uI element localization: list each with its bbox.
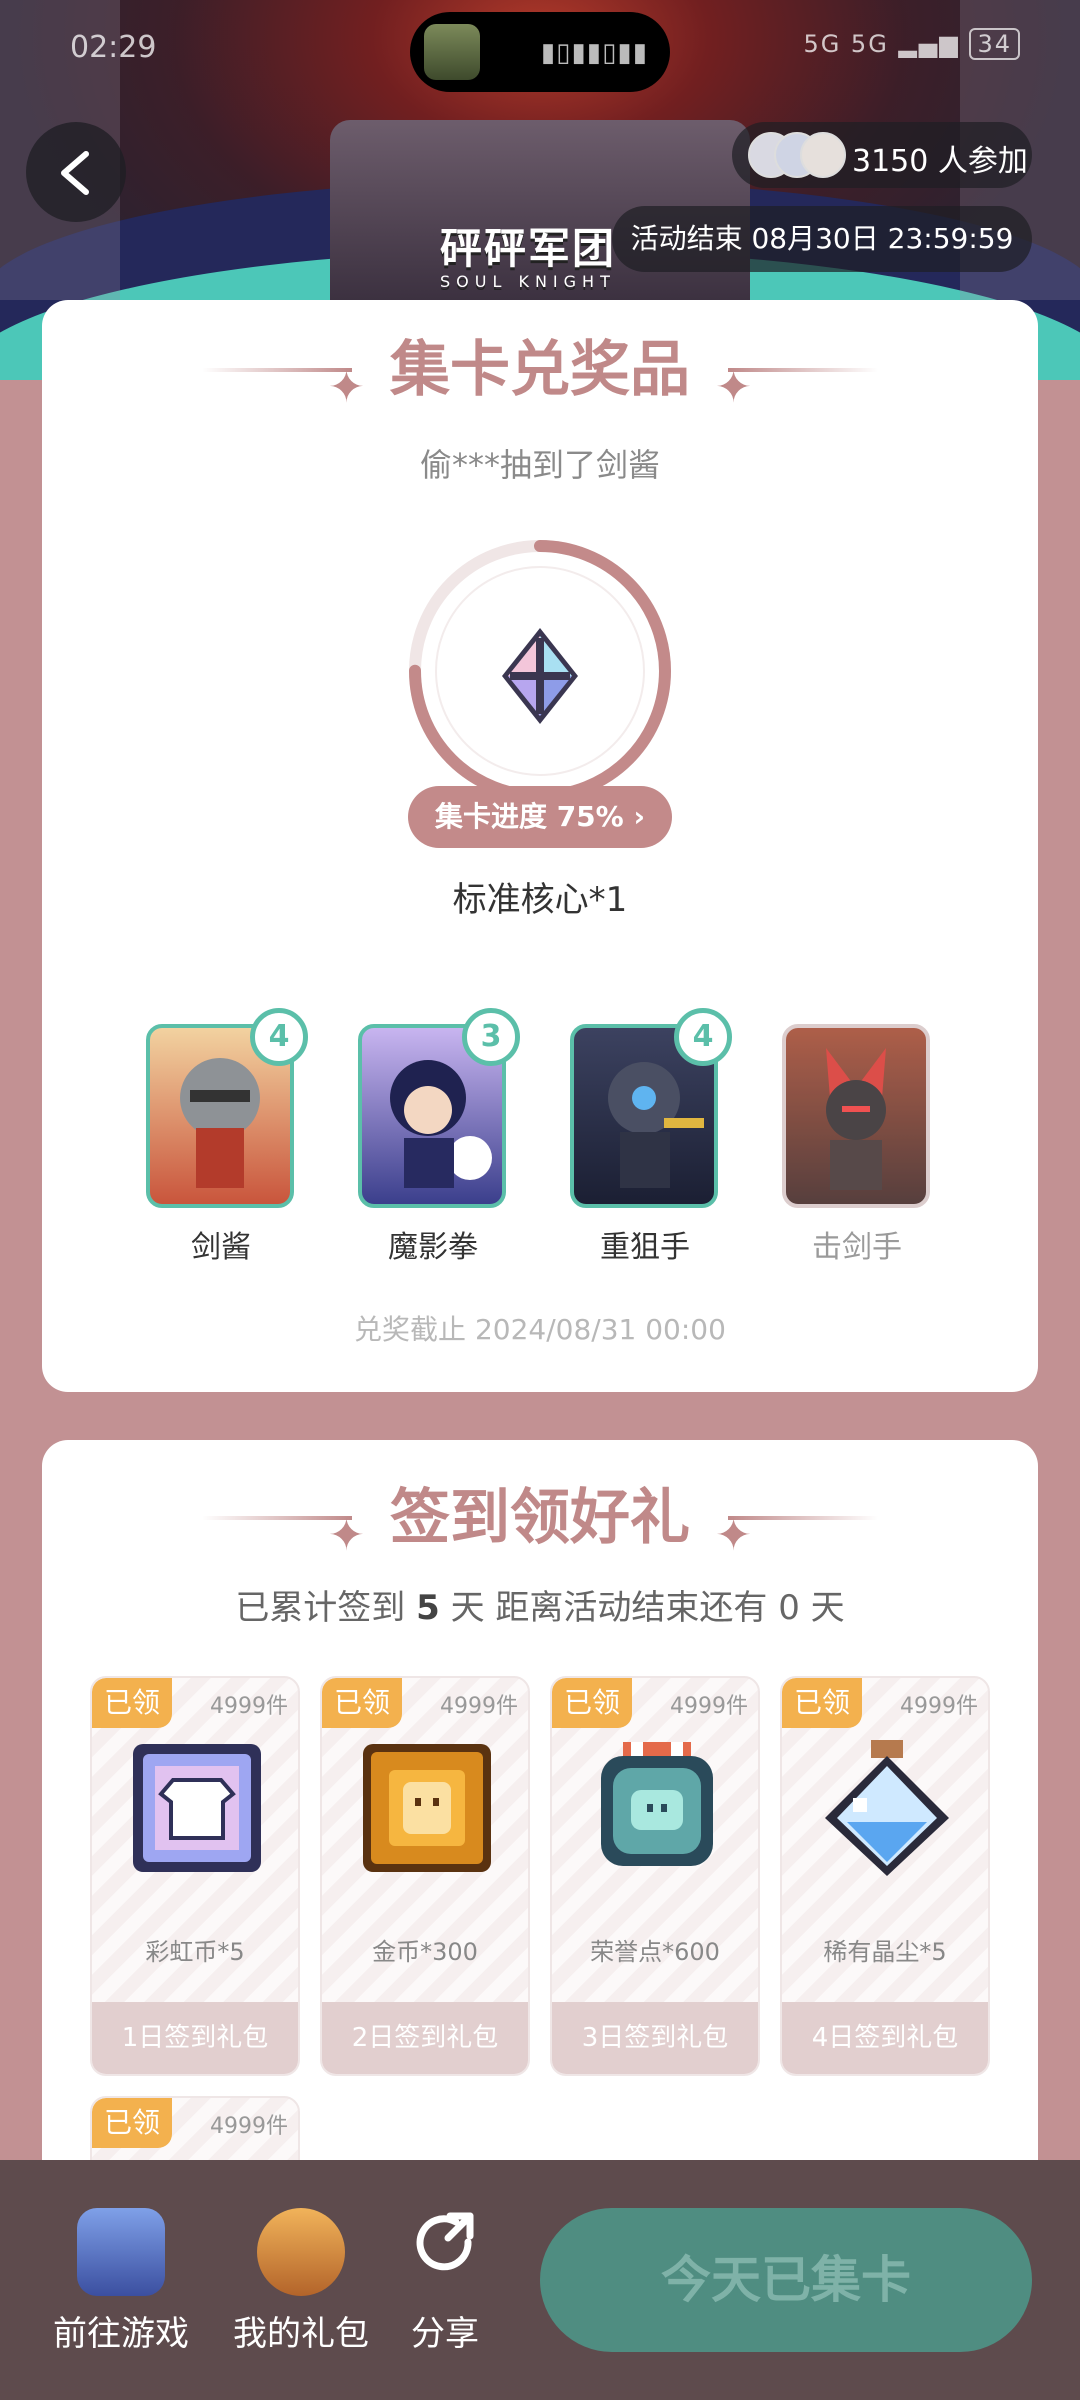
network-label: 5G 5G [803, 30, 889, 58]
section-title-text: 签到领好礼 [390, 1483, 690, 1553]
claimed-tag: 已领 [92, 1678, 172, 1728]
sparkle-icon: ✦ [715, 1510, 752, 1561]
character-card[interactable]: 3 魔影拳 [358, 1008, 520, 1266]
honor-point-icon [601, 1742, 713, 1866]
card-count-badge: 3 [462, 1008, 520, 1066]
section-title-text: 集卡兑奖品 [390, 335, 690, 405]
card-name: 重狙手 [600, 1230, 690, 1265]
logo-subtitle: SOUL KNIGHT [440, 272, 616, 291]
activity-end-time: 活动结束 08月30日 23:59:59 [612, 206, 1032, 272]
my-gifts-button[interactable]: 我的礼包 [226, 2208, 376, 2355]
redeem-deadline: 兑奖截止 2024/08/31 00:00 [354, 1313, 726, 1346]
prize-section-title: ✦ 集卡兑奖品 ✦ [42, 330, 1038, 413]
participant-avatars [748, 132, 848, 178]
signin-summary: 已累计签到 5 天 距离活动结束还有 0 天 [42, 1580, 1038, 1629]
gift-name: 荣誉点*600 [590, 1938, 720, 1966]
avatar [800, 132, 846, 178]
share-button[interactable]: 分享 [400, 2208, 490, 2355]
summary-prefix: 已累计签到 [235, 1588, 406, 1628]
progress-label: 集卡进度 75% [434, 800, 624, 833]
game-app-icon [77, 2208, 165, 2296]
gift-label: 2日签到礼包 [322, 2002, 528, 2074]
go-game-button[interactable]: 前往游戏 [46, 2208, 196, 2355]
gift-stock: 4999件 [670, 1694, 748, 1719]
my-gifts-label: 我的礼包 [233, 2314, 369, 2354]
participant-count: 3150 人参加 [852, 144, 1028, 179]
gift-name: 金币*300 [372, 1938, 478, 1966]
sparkle-icon: ✦ [715, 362, 752, 413]
participants-pill: 3150 人参加 [732, 122, 1032, 188]
go-game-label: 前往游戏 [53, 2314, 189, 2354]
gift-stock: 4999件 [440, 1694, 518, 1719]
collection-progress-button[interactable]: 集卡进度 75% › [408, 786, 672, 848]
gift-stock: 4999件 [210, 2114, 288, 2139]
signin-gift[interactable]: 已领 4999件 稀有晶尘*5 4日签到礼包 [780, 1676, 990, 2076]
battery-icon: 34 [969, 28, 1020, 60]
logo-text: 砰砰军团 [440, 224, 617, 273]
signin-gift[interactable]: 已领 4999件 彩虹币*5 1日签到礼包 [90, 1676, 300, 2076]
gift-label: 4日签到礼包 [782, 2002, 988, 2074]
gift-label: 1日签到礼包 [92, 2002, 298, 2074]
share-label: 分享 [411, 2314, 479, 2354]
claimed-tag: 已领 [552, 1678, 632, 1728]
signal-icons: 5G 5G ▂▄▆ 34 [803, 28, 1020, 60]
card-name: 击剑手 [812, 1230, 902, 1265]
character-card[interactable]: 4 重狙手 [570, 1008, 732, 1266]
title-line [728, 368, 878, 372]
dynamic-island[interactable]: ▮▯▮▮▯▮▮ [410, 12, 670, 92]
back-button[interactable] [26, 122, 126, 222]
claimed-tag: 已领 [92, 2098, 172, 2148]
gift-stock: 4999件 [900, 1694, 978, 1719]
signin-gift[interactable]: 已领 4999件 金币*300 2日签到礼包 [320, 1676, 530, 2076]
character-card-row: 4 剑酱 3 魔影拳 4 重狙手 击剑手 [42, 1008, 1038, 1274]
game-logo: 砰砰军团 SOUL KNIGHT [440, 215, 640, 295]
chevron-left-icon [61, 151, 89, 195]
progress-ring[interactable] [405, 536, 675, 806]
sparkle-icon: ✦ [328, 1510, 365, 1561]
crystal-dust-icon [825, 1740, 949, 1876]
fencer-icon [826, 1048, 886, 1190]
draw-ticker: 偷***抽到了剑酱 [419, 446, 660, 484]
prize-card: ✦ 集卡兑奖品 ✦ 偷***抽到了剑酱 集卡进度 75% › 标准核心*1 4 … [42, 300, 1038, 1392]
character-card[interactable]: 4 剑酱 [146, 1008, 308, 1266]
media-thumbnail [424, 24, 480, 80]
share-icon [410, 2208, 480, 2296]
character-card[interactable]: 击剑手 [782, 1024, 932, 1266]
title-line [728, 1516, 878, 1520]
card-name: 魔影拳 [388, 1230, 478, 1265]
rainbow-coin-icon [133, 1744, 261, 1872]
bottom-action-bar: 前往游戏 我的礼包 分享 今天已集卡 [0, 2160, 1080, 2400]
summary-rest: 天 距离活动结束还有 0 天 [450, 1588, 845, 1628]
gold-coin-icon [363, 1744, 491, 1872]
gift-bag-icon [257, 2208, 345, 2296]
claimed-tag: 已领 [782, 1678, 862, 1728]
gift-stock: 4999件 [210, 1694, 288, 1719]
standard-core-icon [502, 628, 578, 724]
card-count-badge: 4 [250, 1008, 308, 1066]
sparkle-icon: ✦ [328, 362, 365, 413]
claimed-tag: 已领 [322, 1678, 402, 1728]
card-name: 剑酱 [191, 1230, 251, 1265]
gift-name: 彩虹币*5 [145, 1938, 245, 1966]
audio-wave-icon: ▮▯▮▮▯▮▮ [540, 38, 648, 68]
prize-name: 标准核心*1 [452, 880, 628, 920]
signin-gift[interactable]: 已领 4999件 荣誉点*600 3日签到礼包 [550, 1676, 760, 2076]
card-count-badge: 4 [674, 1008, 732, 1066]
gift-name: 稀有晶尘*5 [823, 1938, 947, 1966]
fencer-portrait [782, 1024, 930, 1208]
chevron-right-icon: › [633, 800, 646, 833]
status-time: 02:29 [70, 30, 157, 65]
gift-label: 3日签到礼包 [552, 2002, 758, 2074]
signin-section-title: ✦ 签到领好礼 ✦ [42, 1478, 1038, 1561]
signin-days: 5 [416, 1588, 440, 1628]
collected-today-button[interactable]: 今天已集卡 [540, 2208, 1032, 2352]
